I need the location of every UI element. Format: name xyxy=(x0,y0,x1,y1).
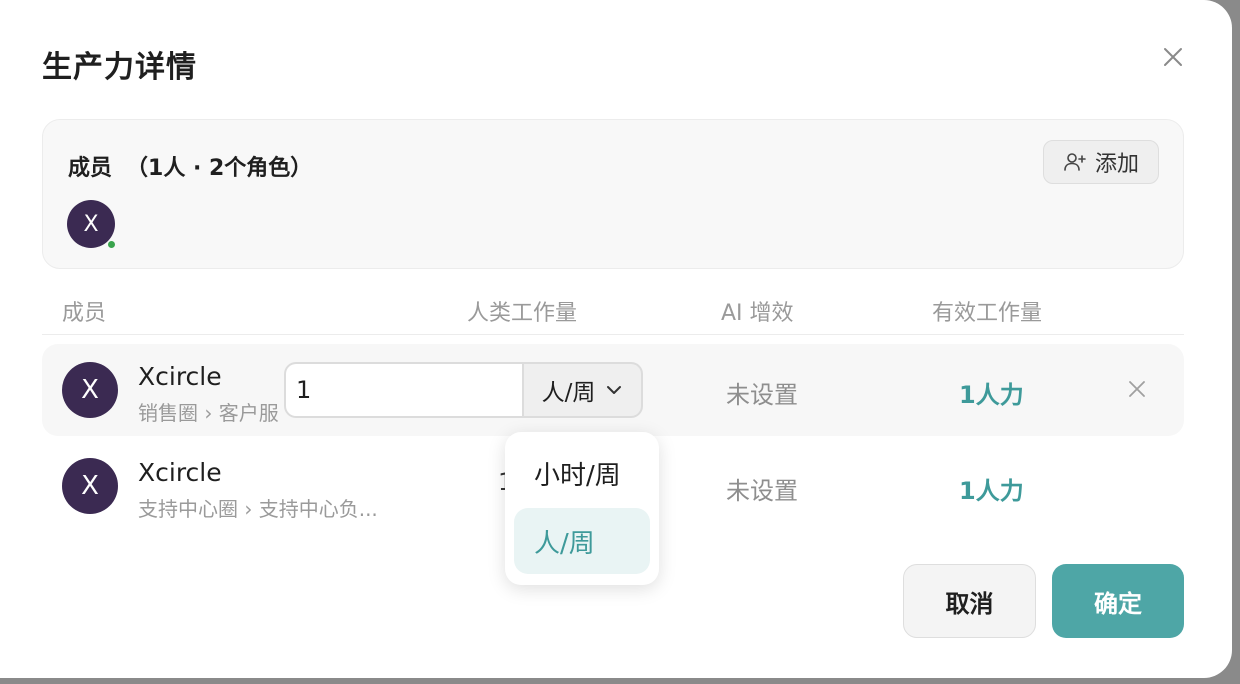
chevron-down-icon xyxy=(607,386,622,394)
productivity-dialog: 生产力详情 成员 （1人 · 2个角色） 添加 X 成员 人类工作量 AI 增效 … xyxy=(0,0,1232,678)
members-heading-label: 成员 xyxy=(68,156,113,181)
avatar: X xyxy=(62,362,118,418)
online-status-dot xyxy=(107,240,116,249)
ai-boost-value: 未设置 xyxy=(726,381,798,409)
effective-workload-value: 1人力 xyxy=(959,381,1024,409)
member-name: Xcircle xyxy=(138,362,222,391)
members-card: 成员 （1人 · 2个角色） 添加 X xyxy=(42,119,1184,269)
confirm-button[interactable]: 确定 xyxy=(1052,564,1184,638)
unit-option-hours-per-week[interactable]: 小时/周 xyxy=(514,440,650,506)
dialog-title: 生产力详情 xyxy=(42,50,197,85)
members-heading: 成员 （1人 · 2个角色） xyxy=(68,150,312,182)
cancel-button[interactable]: 取消 xyxy=(903,564,1036,638)
members-count: （1人 · 2个角色） xyxy=(126,156,313,181)
ai-boost-value: 未设置 xyxy=(726,477,798,505)
unit-select-value: 人/周 xyxy=(541,380,596,406)
column-header-ai-boost: AI 增效 xyxy=(721,301,794,326)
column-header-member: 成员 xyxy=(62,301,107,326)
unit-option-persons-per-week[interactable]: 人/周 xyxy=(514,508,650,574)
effective-workload-value: 1人力 xyxy=(959,477,1024,505)
add-member-button[interactable]: 添加 xyxy=(1043,140,1159,184)
remove-row-icon[interactable] xyxy=(1126,378,1148,400)
unit-dropdown-menu: 小时/周 人/周 xyxy=(505,432,659,585)
workload-input[interactable] xyxy=(284,362,522,418)
member-role-path: 销售圈 › 客户服 xyxy=(138,401,279,425)
member-name: Xcircle xyxy=(138,458,222,487)
header-divider xyxy=(42,334,1184,335)
member-role-path: 支持中心圈 › 支持中心负... xyxy=(138,497,378,521)
user-plus-icon xyxy=(1064,153,1086,171)
close-icon[interactable] xyxy=(1160,44,1186,70)
column-header-human-workload: 人类工作量 xyxy=(467,301,578,326)
column-header-effective-workload: 有效工作量 xyxy=(932,301,1043,326)
add-member-label: 添加 xyxy=(1094,152,1139,177)
unit-select[interactable]: 人/周 xyxy=(522,362,643,418)
avatar: X xyxy=(62,458,118,514)
